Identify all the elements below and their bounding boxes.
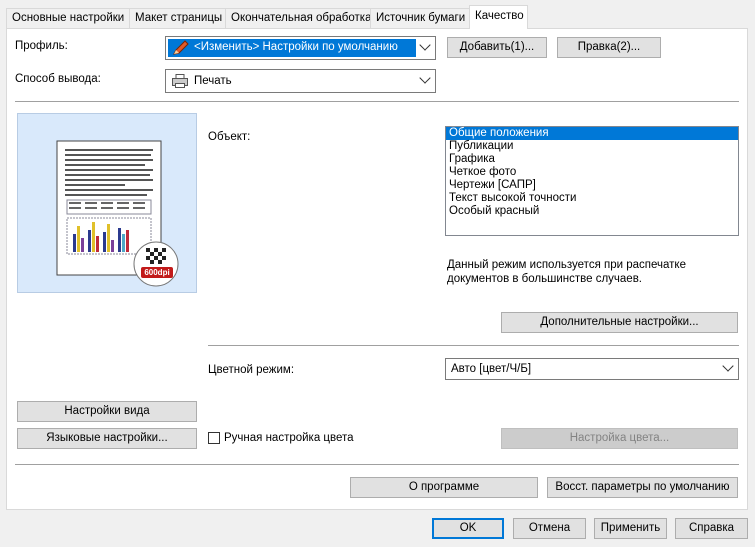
ok-button[interactable]: OK xyxy=(432,518,504,539)
profile-dropdown[interactable]: <Изменить> Настройки по умолчанию xyxy=(165,36,436,60)
chevron-down-icon xyxy=(722,360,734,372)
list-item-cad-drawings[interactable]: Чертежи [САПР] xyxy=(446,179,738,192)
dpi-badge-label: 600dpi xyxy=(144,268,170,277)
quality-panel: Профиль: <Изменить> Настройки по умолчан… xyxy=(6,28,748,510)
color-adjust-button[interactable]: Настройка цвета... xyxy=(501,428,738,449)
add-profile-button[interactable]: Добавить(1)... xyxy=(447,37,547,58)
list-item-high-precision-text[interactable]: Текст высокой точности xyxy=(446,192,738,205)
color-mode-value: Авто [цвет/Ч/Б] xyxy=(451,363,532,375)
manual-color-checkbox[interactable] xyxy=(208,432,220,444)
profile-value: <Изменить> Настройки по умолчанию xyxy=(194,41,398,53)
chevron-down-icon xyxy=(419,72,431,84)
tab-quality[interactable]: Качество xyxy=(469,5,528,29)
divider xyxy=(15,464,739,465)
list-item-general[interactable]: Общие положения xyxy=(446,127,738,140)
list-item-special-red[interactable]: Особый красный xyxy=(446,205,738,218)
mode-description-line2: документов в большинстве случаев. xyxy=(447,273,643,285)
manual-color-label: Ручная настройка цвета xyxy=(224,432,354,444)
divider xyxy=(208,345,739,346)
restore-defaults-button[interactable]: Восст. параметры по умолчанию xyxy=(547,477,738,498)
tab-page-layout[interactable]: Макет страницы xyxy=(129,8,229,28)
list-item-graphics[interactable]: Графика xyxy=(446,153,738,166)
preview-area: 600dpi xyxy=(17,113,197,293)
printer-icon xyxy=(172,74,188,88)
list-item-clear-photo[interactable]: Четкое фото xyxy=(446,166,738,179)
divider xyxy=(15,101,739,102)
chevron-down-icon xyxy=(419,39,431,51)
help-button[interactable]: Справка xyxy=(675,518,748,539)
object-listbox[interactable]: Общие положения Публикации Графика Четко… xyxy=(445,126,739,236)
output-dropdown[interactable]: Печать xyxy=(165,69,436,93)
color-mode-label: Цветной режим: xyxy=(208,364,295,376)
edit-profile-button[interactable]: Правка(2)... xyxy=(557,37,661,58)
tab-finishing[interactable]: Окончательная обработка xyxy=(225,8,378,28)
apply-button[interactable]: Применить xyxy=(594,518,667,539)
pencil-icon xyxy=(173,40,189,55)
language-settings-button[interactable]: Языковые настройки... xyxy=(17,428,197,449)
tab-paper-source[interactable]: Источник бумаги xyxy=(370,8,472,28)
output-label: Способ вывода: xyxy=(15,73,101,85)
tab-basic-settings[interactable]: Основные настройки xyxy=(6,8,131,28)
object-label: Объект: xyxy=(208,131,251,143)
view-settings-button[interactable]: Настройки вида xyxy=(17,401,197,422)
profile-label: Профиль: xyxy=(15,40,68,52)
output-value: Печать xyxy=(194,75,232,87)
color-mode-dropdown[interactable]: Авто [цвет/Ч/Б] xyxy=(445,358,739,380)
advanced-settings-button[interactable]: Дополнительные настройки... xyxy=(501,312,738,333)
cancel-button[interactable]: Отмена xyxy=(513,518,586,539)
mode-description-line1: Данный режим используется при распечатке xyxy=(447,259,686,271)
list-item-publications[interactable]: Публикации xyxy=(446,140,738,153)
about-button[interactable]: О программе xyxy=(350,477,538,498)
